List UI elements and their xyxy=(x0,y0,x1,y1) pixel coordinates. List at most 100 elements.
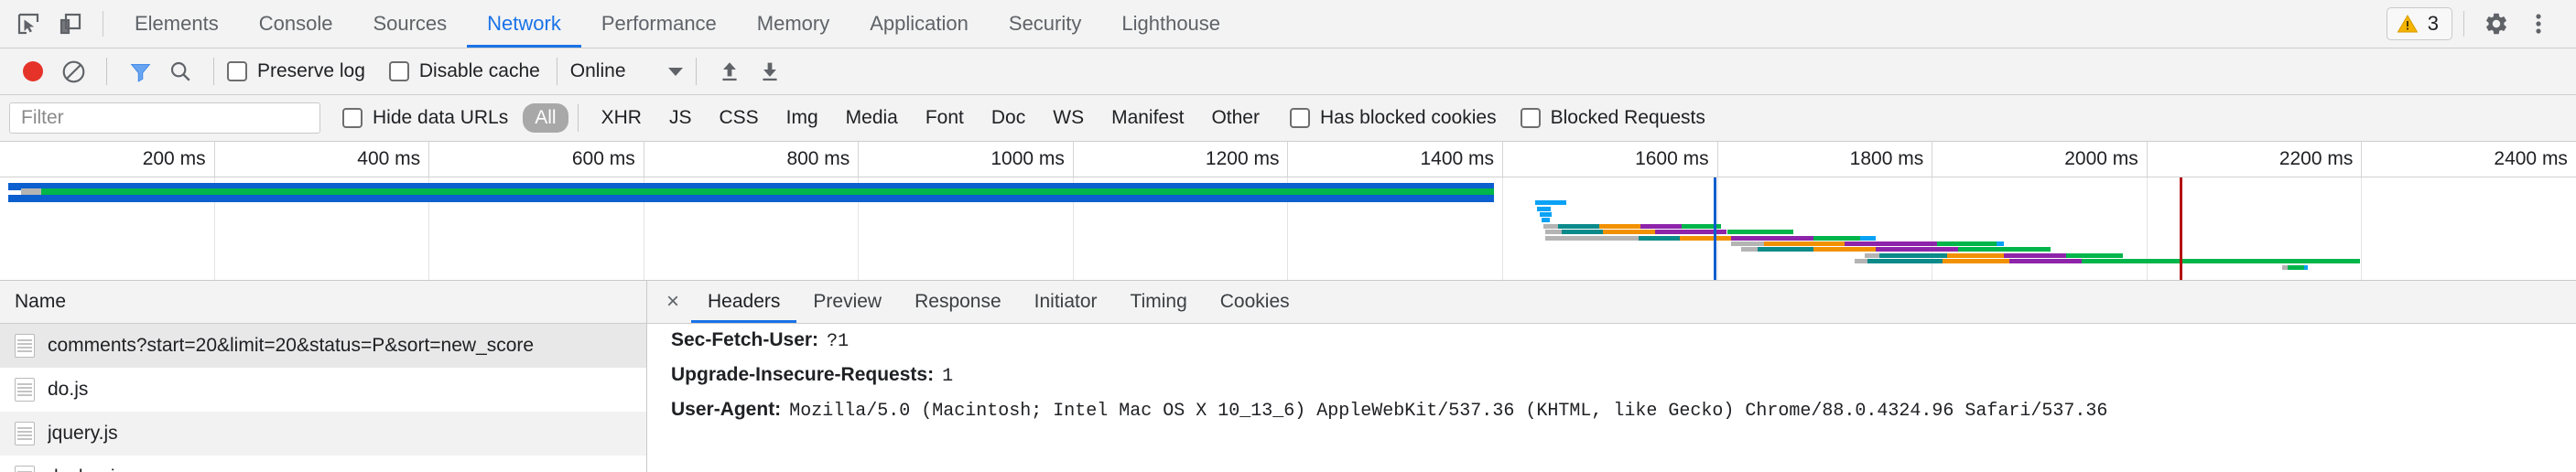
clear-button[interactable] xyxy=(53,51,93,91)
table-row[interactable]: do.js xyxy=(0,368,646,412)
table-row[interactable]: devbar.js xyxy=(0,456,646,472)
tab-memory[interactable]: Memory xyxy=(737,0,850,48)
preserve-log-checkbox[interactable]: Preserve log xyxy=(227,60,365,82)
tab-preview[interactable]: Preview xyxy=(796,281,898,323)
record-button[interactable] xyxy=(13,51,53,91)
request-name: devbar.js xyxy=(48,467,124,472)
ruler-tick: 600 ms xyxy=(429,142,644,177)
waterfall-bar-segment xyxy=(1997,241,2005,246)
more-vertical-icon[interactable] xyxy=(2517,3,2560,45)
chip-font[interactable]: Font xyxy=(914,103,976,133)
chips-divider xyxy=(577,104,579,132)
tab-cookies[interactable]: Cookies xyxy=(1204,281,1306,323)
waterfall-bar-segment xyxy=(1640,223,1682,229)
chip-doc[interactable]: Doc xyxy=(980,103,1037,133)
warning-count-badge[interactable]: 3 xyxy=(2386,7,2452,40)
has-blocked-cookies-checkbox[interactable]: Has blocked cookies xyxy=(1289,107,1497,129)
disable-cache-checkbox[interactable]: Disable cache xyxy=(388,60,540,82)
table-row[interactable]: jquery.js xyxy=(0,412,646,456)
tab-network[interactable]: Network xyxy=(467,0,581,48)
waterfall-bar-segment xyxy=(1855,259,1867,264)
device-toolbar-icon[interactable] xyxy=(49,3,92,45)
hide-data-urls-label: Hide data URLs xyxy=(373,107,509,128)
header-row: Sec-Fetch-User: ?1 xyxy=(671,329,2576,364)
waterfall-bar-segment xyxy=(2004,252,2066,258)
ruler-tick: 1200 ms xyxy=(1074,142,1289,177)
chevron-down-icon xyxy=(667,67,683,76)
waterfall-bar-segment xyxy=(1543,223,1558,229)
chip-media[interactable]: Media xyxy=(834,103,910,133)
waterfall-bar-segment xyxy=(8,194,1495,202)
hide-data-urls-box xyxy=(342,108,363,128)
filter-input-wrapper[interactable] xyxy=(9,102,320,134)
chip-js[interactable]: JS xyxy=(657,103,704,133)
filter-button[interactable] xyxy=(120,51,160,91)
chip-manifest[interactable]: Manifest xyxy=(1099,103,1196,133)
waterfall-bar-segment xyxy=(1813,235,1860,241)
ruler-tick: 1600 ms xyxy=(1503,142,1718,177)
tab-application[interactable]: Application xyxy=(850,0,989,48)
waterfall-bar-segment xyxy=(1537,206,1552,211)
waterfall-bar-segment xyxy=(1879,252,1948,258)
toolbar-sep-4 xyxy=(695,58,697,85)
warning-triangle-icon xyxy=(2397,15,2419,33)
waterfall-bar-segment xyxy=(1545,235,1639,241)
waterfall-bar-segment xyxy=(1813,247,1876,252)
has-blocked-cookies-box xyxy=(1289,108,1310,128)
header-row: User-Agent: Mozilla/5.0 (Macintosh; Inte… xyxy=(671,399,2576,434)
header-key: User-Agent: xyxy=(671,399,782,420)
chip-xhr[interactable]: XHR xyxy=(590,103,654,133)
tab-initiator[interactable]: Initiator xyxy=(1018,281,1114,323)
waterfall-bar-segment xyxy=(1679,235,1731,241)
gear-icon[interactable] xyxy=(2475,3,2517,45)
tab-lighthouse[interactable]: Lighthouse xyxy=(1101,0,1240,48)
header-key: Upgrade-Insecure-Requests: xyxy=(671,364,935,385)
waterfall-bar-segment xyxy=(1545,230,1563,235)
waterfall-bar-segment xyxy=(1937,241,1997,246)
tab-security[interactable]: Security xyxy=(989,0,1101,48)
disable-cache-label: Disable cache xyxy=(418,60,540,81)
chip-ws[interactable]: WS xyxy=(1041,103,1096,133)
blocked-requests-label: Blocked Requests xyxy=(1550,107,1705,128)
timeline-ruler[interactable]: 200 ms 400 ms 600 ms 800 ms 1000 ms 1200… xyxy=(0,142,2576,177)
table-row[interactable]: comments?start=20&limit=20&status=P&sort… xyxy=(0,324,646,368)
tab-performance[interactable]: Performance xyxy=(581,0,737,48)
waterfall-bar-segment xyxy=(1731,235,1814,241)
ruler-tick: 1800 ms xyxy=(1718,142,1933,177)
preserve-log-label: Preserve log xyxy=(257,60,365,81)
load-event-line xyxy=(2179,177,2182,280)
throttling-select[interactable]: Online xyxy=(570,60,683,82)
export-har-button[interactable] xyxy=(750,51,790,91)
network-toolbar: Preserve log Disable cache Online xyxy=(0,48,2576,95)
waterfall-bar-segment xyxy=(2065,252,2123,258)
tab-sources[interactable]: Sources xyxy=(352,0,467,48)
close-icon[interactable]: × xyxy=(655,284,691,320)
tab-timing[interactable]: Timing xyxy=(1114,281,1204,323)
chip-img[interactable]: Img xyxy=(774,103,830,133)
request-name: do.js xyxy=(48,379,89,400)
waterfall-bar-segment xyxy=(1844,241,1938,246)
blocked-requests-checkbox[interactable]: Blocked Requests xyxy=(1520,107,1705,129)
filter-input[interactable] xyxy=(19,106,310,130)
ruler-tick: 1400 ms xyxy=(1288,142,1504,177)
ruler-tick: 800 ms xyxy=(644,142,860,177)
tabbar-right-divider xyxy=(2463,11,2464,37)
request-column-header[interactable]: Name xyxy=(0,281,646,324)
waterfall-bar-segment xyxy=(2287,264,2304,270)
tab-response[interactable]: Response xyxy=(898,281,1018,323)
search-button[interactable] xyxy=(160,51,200,91)
filter-funnel-icon xyxy=(130,63,150,82)
hide-data-urls-checkbox[interactable]: Hide data URLs xyxy=(342,107,508,129)
tab-console[interactable]: Console xyxy=(239,0,353,48)
network-overview-waterfall[interactable] xyxy=(0,177,2576,281)
detail-tabs: × Headers Preview Response Initiator Tim… xyxy=(647,281,2576,324)
tab-headers[interactable]: Headers xyxy=(691,281,796,323)
import-har-button[interactable] xyxy=(709,51,750,91)
tab-elements[interactable]: Elements xyxy=(114,0,239,48)
waterfall-bar-segment xyxy=(1957,247,2051,252)
inspect-element-icon[interactable] xyxy=(7,3,49,45)
chip-all[interactable]: All xyxy=(523,103,568,133)
tabbar-right-actions: 3 xyxy=(2386,3,2569,45)
chip-css[interactable]: CSS xyxy=(707,103,770,133)
chip-other[interactable]: Other xyxy=(1199,103,1272,133)
